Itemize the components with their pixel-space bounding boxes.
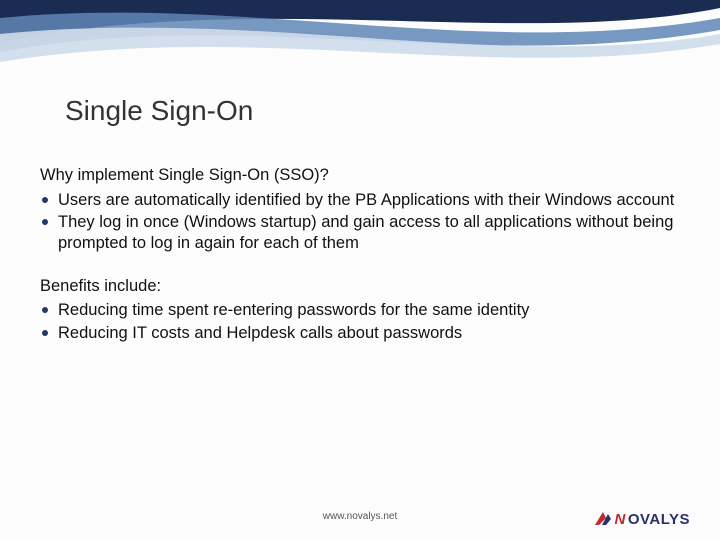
list-item: They log in once (Windows startup) and g… xyxy=(40,212,680,253)
list-item: Users are automatically identified by th… xyxy=(40,190,680,211)
section1-lead: Why implement Single Sign-On (SSO)? xyxy=(40,165,680,186)
logo-mark-icon xyxy=(594,510,612,528)
section2-bullets: Reducing time spent re-entering password… xyxy=(40,300,680,343)
list-item: Reducing IT costs and Helpdesk calls abo… xyxy=(40,323,680,344)
section1-bullets: Users are automatically identified by th… xyxy=(40,190,680,254)
section2-lead: Benefits include: xyxy=(40,276,680,297)
list-item: Reducing time spent re-entering password… xyxy=(40,300,680,321)
logo-text-post: OVALYS xyxy=(628,511,690,528)
slide-title: Single Sign-On xyxy=(65,95,253,127)
header-decoration xyxy=(0,0,720,90)
novalys-logo: NOVALYS xyxy=(594,510,690,528)
logo-text-pre: N xyxy=(614,511,625,528)
slide-body: Why implement Single Sign-On (SSO)? User… xyxy=(40,165,680,365)
